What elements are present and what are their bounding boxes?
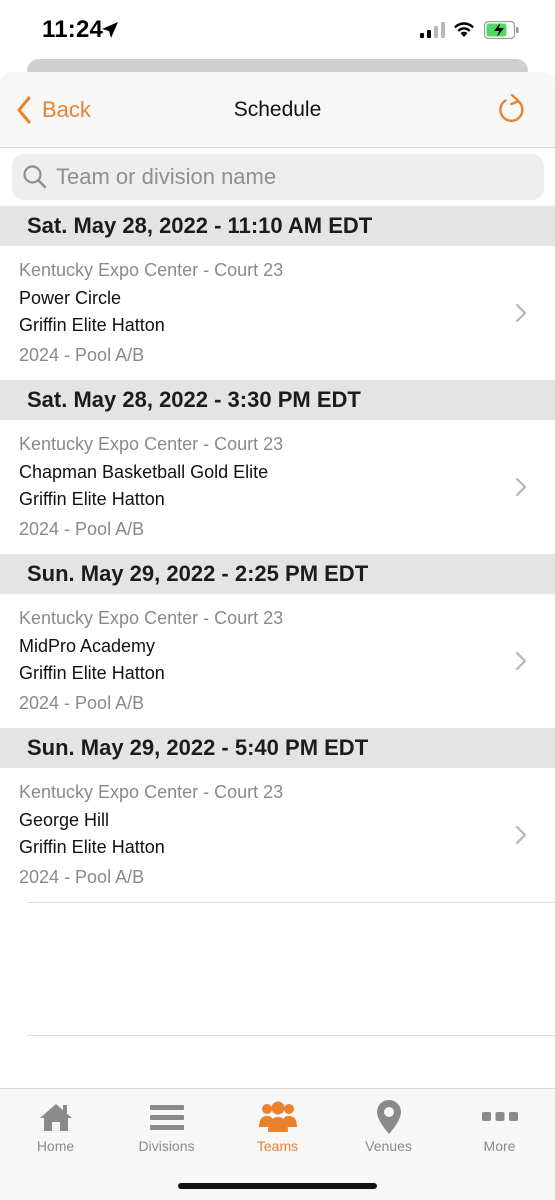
tab-teams-label: Teams [256, 1138, 299, 1154]
refresh-button[interactable] [497, 93, 527, 130]
tab-home[interactable]: Home [0, 1099, 111, 1154]
search-bar[interactable] [12, 154, 544, 200]
tab-teams[interactable]: Teams [222, 1099, 333, 1154]
game-team-2: Griffin Elite Hatton [19, 315, 165, 335]
more-dots-icon [481, 1112, 518, 1121]
game-venue: Kentucky Expo Center - Court 23 [19, 434, 284, 454]
game-team-2: Griffin Elite Hatton [19, 837, 165, 857]
location-pin-icon [376, 1100, 401, 1134]
tab-more-label: More [483, 1138, 516, 1154]
refresh-icon [499, 93, 524, 122]
chevron-right-icon [515, 651, 527, 671]
page-title: Schedule [233, 98, 322, 121]
game-team-1: Chapman Basketball Gold Elite [19, 462, 269, 482]
location-arrow-icon [102, 22, 118, 38]
game-row[interactable]: Kentucky Expo Center - Court 23 George H… [0, 768, 555, 902]
game-team-1: George Hill [19, 810, 110, 830]
list-end-divider [27, 902, 555, 903]
game-row[interactable]: Kentucky Expo Center - Court 23 MidPro A… [0, 594, 555, 728]
game-pool: 2024 - Pool A/B [19, 519, 145, 539]
status-bar: 11:24 [0, 0, 555, 62]
game-venue: Kentucky Expo Center - Court 23 [19, 782, 284, 802]
schedule-list: Sat. May 28, 2022 - 11:10 AM EDT Kentuck… [0, 206, 555, 902]
game-venue: Kentucky Expo Center - Court 23 [19, 260, 284, 280]
home-indicator [178, 1183, 377, 1189]
game-pool: 2024 - Pool A/B [19, 693, 145, 713]
cellular-signal-icon [420, 22, 445, 38]
chevron-right-icon [515, 825, 527, 845]
schedule-sheet: Back Schedule Sat. May 28, 2022 - 11:10 … [0, 72, 555, 1200]
game-row[interactable]: Kentucky Expo Center - Court 23 Power Ci… [0, 246, 555, 380]
status-time: 11:24 [42, 16, 104, 43]
tab-venues[interactable]: Venues [333, 1099, 444, 1154]
people-icon [258, 1101, 297, 1132]
search-container [0, 148, 555, 206]
home-icon [39, 1104, 72, 1131]
game-row[interactable]: Kentucky Expo Center - Court 23 Chapman … [0, 420, 555, 554]
game-team-1: Power Circle [19, 288, 122, 308]
chevron-right-icon [515, 303, 527, 323]
game-team-2: Griffin Elite Hatton [19, 663, 165, 683]
tab-divisions[interactable]: Divisions [111, 1099, 222, 1154]
tab-more[interactable]: More [444, 1099, 555, 1154]
chevron-right-icon [515, 477, 527, 497]
navigation-bar: Back Schedule [0, 72, 555, 148]
day-header: Sat. May 28, 2022 - 3:30 PM EDT [0, 380, 555, 420]
game-team-1: MidPro Academy [19, 636, 156, 656]
search-icon [23, 165, 47, 189]
day-header: Sat. May 28, 2022 - 11:10 AM EDT [0, 206, 555, 246]
game-team-2: Griffin Elite Hatton [19, 489, 165, 509]
day-header: Sun. May 29, 2022 - 2:25 PM EDT [0, 554, 555, 594]
tab-divisions-label: Divisions [138, 1138, 195, 1154]
list-icon [149, 1105, 184, 1130]
game-venue: Kentucky Expo Center - Court 23 [19, 608, 284, 628]
search-input[interactable] [56, 164, 516, 190]
wifi-icon [454, 22, 474, 37]
battery-charging-icon [484, 21, 519, 39]
day-header: Sun. May 29, 2022 - 5:40 PM EDT [0, 728, 555, 768]
game-pool: 2024 - Pool A/B [19, 345, 145, 365]
game-pool: 2024 - Pool A/B [19, 867, 145, 887]
tab-venues-label: Venues [365, 1138, 412, 1154]
tab-home-label: Home [36, 1138, 75, 1154]
empty-row-divider [27, 1035, 555, 1036]
